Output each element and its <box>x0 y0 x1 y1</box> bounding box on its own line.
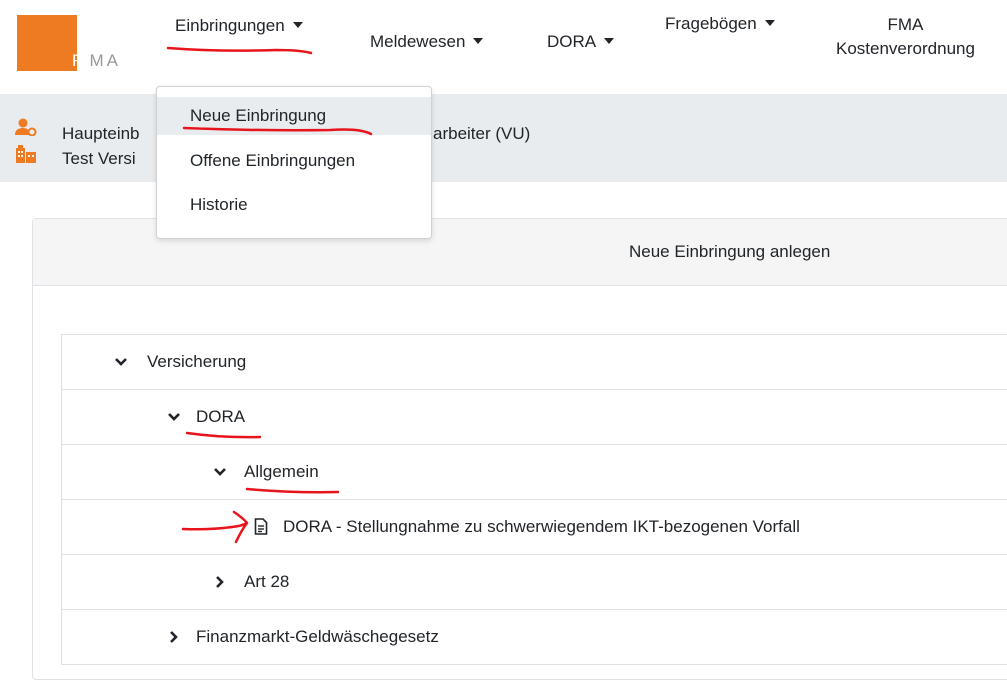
nav-frageboegen-label: Fragebögen <box>665 14 757 33</box>
menu-item-neue-einbringung[interactable]: Neue Einbringung <box>157 97 431 135</box>
submission-tree: Versicherung DORA Allgemein DORA - Stell… <box>61 334 1007 665</box>
nav-einbringungen[interactable]: Einbringungen <box>175 16 303 36</box>
menu-item-label: Historie <box>190 195 248 214</box>
menu-item-label: Offene Einbringungen <box>190 151 356 170</box>
new-submission-card: Neue Einbringung anlegen Versicherung DO… <box>32 218 1007 680</box>
tree-row-allgemein[interactable]: Allgemein <box>62 445 1007 500</box>
menu-item-label: Neue Einbringung <box>190 106 327 125</box>
tree-row-dora-stellungnahme[interactable]: DORA - Stellungnahme zu schwerwiegendem … <box>62 500 1007 555</box>
tree-label: Art 28 <box>244 572 290 591</box>
nav-kostenverordnung-line1: FMA <box>887 15 924 34</box>
nav-kostenverordnung-line2: Kostenverordnung <box>836 39 975 58</box>
card-title: Neue Einbringung anlegen <box>629 242 831 261</box>
tree-label: Finanzmarkt-Geldwäschegesetz <box>196 627 439 646</box>
chevron-down-icon[interactable] <box>114 355 128 369</box>
einbringungen-dropdown-menu: Neue Einbringung Offene Einbringungen Hi… <box>156 86 432 239</box>
tree-label: DORA <box>196 407 246 426</box>
nav-dora[interactable]: DORA <box>547 32 615 52</box>
menu-item-historie[interactable]: Historie <box>157 186 431 224</box>
menu-item-offene-einbringungen[interactable]: Offene Einbringungen <box>157 142 431 180</box>
nav-kostenverordnung[interactable]: FMA Kostenverordnung <box>836 13 975 61</box>
tree-row-finanzmarkt-geldwaeschegesetz[interactable]: Finanzmarkt-Geldwäschegesetz <box>62 610 1007 665</box>
nav-frageboegen[interactable]: Fragebögen <box>665 14 775 34</box>
caret-down-icon <box>292 22 303 28</box>
caret-down-icon <box>764 20 775 26</box>
tree-label: Versicherung <box>147 352 247 371</box>
fma-logo[interactable]: F MA <box>17 15 134 71</box>
top-navbar: F MA Einbringungen Meldewesen DORA Frage… <box>0 0 1007 94</box>
context-line-1-tail: arbeiter (VU) <box>433 124 531 143</box>
tree-label: Allgemein <box>244 462 319 481</box>
nav-dora-label: DORA <box>547 32 597 51</box>
chevron-right-icon[interactable] <box>213 575 227 589</box>
tree-row-dora[interactable]: DORA <box>62 390 1007 445</box>
context-line-2: Test Versi <box>62 149 136 168</box>
caret-down-icon <box>604 38 615 44</box>
context-bar: Haupteinb arbeiter (VU) Test Versi <box>0 94 1007 182</box>
caret-down-icon <box>473 38 484 44</box>
nav-einbringungen-label: Einbringungen <box>175 16 285 35</box>
nav-meldewesen[interactable]: Meldewesen <box>370 32 484 52</box>
context-line-1: Haupteinb <box>62 124 140 143</box>
user-gear-icon <box>15 118 37 136</box>
tree-row-art28[interactable]: Art 28 <box>62 555 1007 610</box>
chevron-down-icon[interactable] <box>213 465 227 479</box>
document-icon <box>254 518 268 535</box>
chevron-down-icon[interactable] <box>167 410 181 424</box>
chevron-right-icon[interactable] <box>167 630 181 644</box>
tree-row-versicherung[interactable]: Versicherung <box>62 335 1007 390</box>
building-icon <box>16 145 36 163</box>
tree-label: DORA - Stellungnahme zu schwerwiegendem … <box>283 517 800 536</box>
nav-meldewesen-label: Meldewesen <box>370 32 466 51</box>
